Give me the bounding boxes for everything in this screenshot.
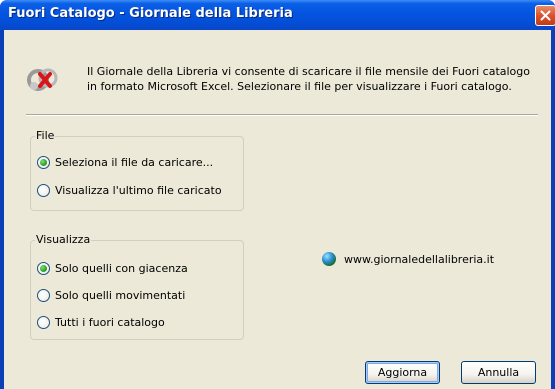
radio-moved[interactable]: Solo quelli movimentati xyxy=(37,287,185,303)
radio-button[interactable] xyxy=(37,183,50,197)
globe-icon xyxy=(322,252,336,266)
app-logo-icon xyxy=(27,68,58,91)
file-group-legend: File xyxy=(35,129,56,143)
intro-description: Il Giornale della Libreria vi consente d… xyxy=(87,64,547,94)
radio-last-file[interactable]: Visualizza l'ultimo file caricato xyxy=(37,182,222,198)
close-icon xyxy=(540,10,551,21)
radio-button-checked[interactable] xyxy=(37,155,50,169)
radio-with-stock[interactable]: Solo quelli con giacenza xyxy=(37,260,188,276)
radio-all-out-of-catalog[interactable]: Tutti i fuori catalogo xyxy=(37,314,165,330)
dialog-body: Il Giornale della Libreria vi consente d… xyxy=(4,30,551,389)
radio-all-label: Tutti i fuori catalogo xyxy=(55,315,165,329)
website-link[interactable]: www.giornaledellalibreria.it xyxy=(322,251,494,267)
visualizza-groupbox: Visualizza Solo quelli con giacenza Solo… xyxy=(30,233,244,340)
visualizza-group-legend: Visualizza xyxy=(35,233,92,247)
radio-button[interactable] xyxy=(37,288,50,302)
aggiorna-button[interactable]: Aggiorna xyxy=(365,361,440,384)
radio-with-stock-label: Solo quelli con giacenza xyxy=(55,261,188,275)
intro-line-2: in formato Microsoft Excel. Selezionare … xyxy=(87,80,512,93)
close-button[interactable] xyxy=(535,5,555,26)
file-groupbox: File Seleziona il file da caricare... Vi… xyxy=(30,129,244,211)
website-link-text[interactable]: www.giornaledellalibreria.it xyxy=(344,253,494,266)
header-separator xyxy=(26,114,538,116)
intro-line-1: Il Giornale della Libreria vi consente d… xyxy=(87,65,530,78)
radio-button-checked[interactable] xyxy=(37,261,50,275)
window-title: Fuori Catalogo - Giornale della Libreria xyxy=(8,6,293,21)
radio-last-file-label: Visualizza l'ultimo file caricato xyxy=(55,183,222,197)
radio-moved-label: Solo quelli movimentati xyxy=(55,288,186,302)
annulla-button[interactable]: Annulla xyxy=(461,361,536,384)
dialog-window: Fuori Catalogo - Giornale della Libreria… xyxy=(0,0,555,389)
radio-button[interactable] xyxy=(37,315,50,329)
radio-select-file[interactable]: Seleziona il file da caricare... xyxy=(37,154,213,170)
title-bar[interactable]: Fuori Catalogo - Giornale della Libreria xyxy=(0,0,555,30)
radio-select-file-label: Seleziona il file da caricare... xyxy=(55,155,214,169)
